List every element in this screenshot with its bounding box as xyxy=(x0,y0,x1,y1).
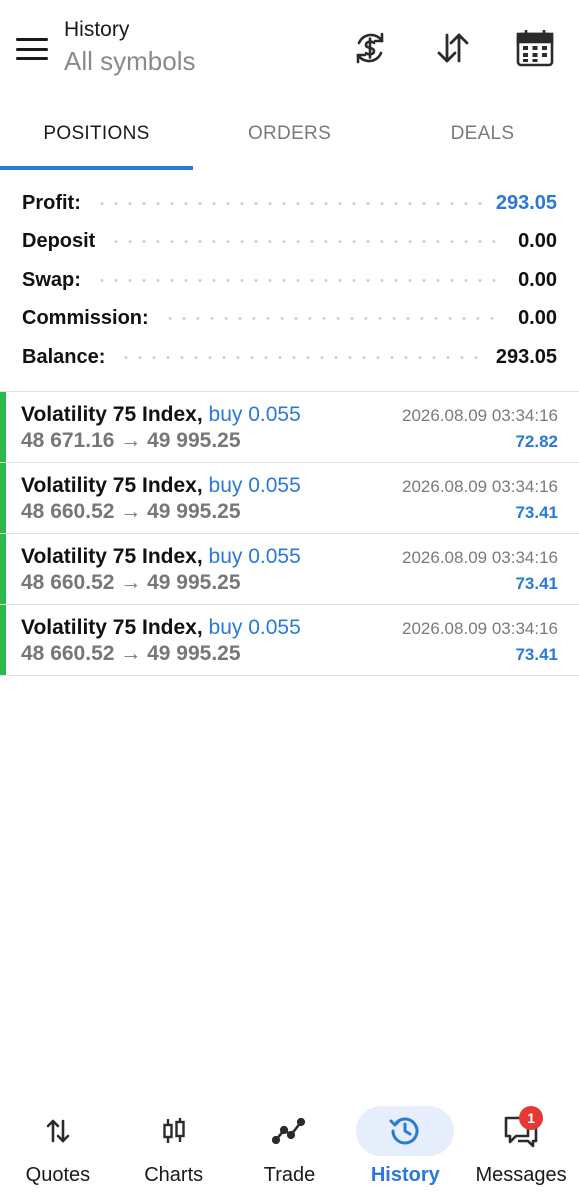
position-time: 2026.08.09 03:34:16 xyxy=(402,477,558,496)
summary-row-balance: Balance: 293.05 xyxy=(0,338,579,377)
position-prices: 48 660.52 → 49 995.25 xyxy=(21,571,241,594)
position-symbol: Volatility 75 Index, xyxy=(21,474,203,497)
position-side: buy 0.055 xyxy=(208,616,301,639)
position-symbol: Volatility 75 Index, xyxy=(21,545,203,568)
quotes-arrows-icon xyxy=(9,1106,107,1156)
position-row[interactable]: Volatility 75 Index, buy 0.055 48 671.16… xyxy=(0,392,579,463)
history-clock-icon xyxy=(356,1106,455,1156)
calendar-icon[interactable] xyxy=(515,28,555,68)
title-block[interactable]: History All symbols xyxy=(64,18,195,77)
position-title: Volatility 75 Index, buy 0.055 xyxy=(21,474,301,498)
summary-label: Swap: xyxy=(22,268,81,291)
summary-label: Deposit xyxy=(22,230,96,253)
summary-row-profit: Profit: 293.05 xyxy=(0,184,579,223)
unread-badge: 1 xyxy=(519,1106,544,1130)
position-title: Volatility 75 Index, buy 0.055 xyxy=(21,403,301,427)
position-title: Volatility 75 Index, buy 0.055 xyxy=(21,616,301,640)
position-profit: 73.41 xyxy=(515,645,558,664)
nav-charts[interactable]: Charts xyxy=(116,1098,232,1200)
dotted-leader xyxy=(162,317,505,321)
positions-list: Volatility 75 Index, buy 0.055 48 671.16… xyxy=(0,391,579,676)
summary-value: 0.00 xyxy=(518,307,557,330)
position-prices: 48 660.52 → 49 995.25 xyxy=(21,642,241,665)
position-symbol: Volatility 75 Index, xyxy=(21,403,203,426)
nav-label: History xyxy=(370,1164,440,1186)
buy-indicator-bar xyxy=(0,605,6,675)
symbol-filter[interactable]: All symbols xyxy=(64,46,195,77)
nav-label: Trade xyxy=(263,1164,316,1186)
position-side: buy 0.055 xyxy=(208,545,301,568)
buy-indicator-bar xyxy=(0,534,6,604)
nav-label: Quotes xyxy=(25,1164,91,1186)
position-row[interactable]: Volatility 75 Index, buy 0.055 48 660.52… xyxy=(0,605,579,676)
position-side: buy 0.055 xyxy=(208,474,301,497)
summary-value: 0.00 xyxy=(518,268,557,291)
position-prices: 48 671.16 → 49 995.25 xyxy=(21,429,241,452)
history-tabs: POSITIONS ORDERS DEALS xyxy=(0,98,579,170)
summary-label: Commission: xyxy=(22,307,149,330)
nav-label: Messages xyxy=(475,1164,567,1186)
app-header: History All symbols xyxy=(0,0,579,98)
dotted-leader xyxy=(94,201,482,205)
candlestick-icon xyxy=(125,1106,223,1156)
summary-label: Balance: xyxy=(22,345,106,368)
currency-exchange-icon[interactable] xyxy=(350,28,390,68)
tab-orders[interactable]: ORDERS xyxy=(193,98,386,170)
bottom-navigation: Quotes Charts Trade History 1 Messages xyxy=(0,1098,579,1200)
menu-icon[interactable] xyxy=(14,34,50,64)
position-side: buy 0.055 xyxy=(208,403,301,426)
summary-value: 293.05 xyxy=(495,191,557,214)
summary-row-deposit: Deposit 0.00 xyxy=(0,223,579,262)
position-profit: 73.41 xyxy=(515,503,558,522)
position-row[interactable]: Volatility 75 Index, buy 0.055 48 660.52… xyxy=(0,534,579,605)
page-title: History xyxy=(64,18,130,41)
summary-value: 293.05 xyxy=(495,345,557,368)
position-time: 2026.08.09 03:34:16 xyxy=(402,406,558,425)
nav-label: Charts xyxy=(144,1164,204,1186)
position-row[interactable]: Volatility 75 Index, buy 0.055 48 660.52… xyxy=(0,463,579,534)
position-profit: 72.82 xyxy=(515,432,558,451)
account-summary: Profit: 293.05 Deposit 0.00 Swap: 0.00 C… xyxy=(0,184,579,377)
sort-icon[interactable] xyxy=(433,28,473,68)
position-time: 2026.08.09 03:34:16 xyxy=(402,548,558,567)
dotted-leader xyxy=(109,240,505,244)
buy-indicator-bar xyxy=(0,463,6,533)
nav-trade[interactable]: Trade xyxy=(232,1098,348,1200)
tab-positions[interactable]: POSITIONS xyxy=(0,98,193,170)
position-prices: 48 660.52 → 49 995.25 xyxy=(21,500,241,523)
nav-history[interactable]: History xyxy=(347,1098,463,1200)
summary-row-swap: Swap: 0.00 xyxy=(0,261,579,300)
summary-row-commission: Commission: 0.00 xyxy=(0,300,579,339)
position-profit: 73.41 xyxy=(515,574,558,593)
position-title: Volatility 75 Index, buy 0.055 xyxy=(21,545,301,569)
buy-indicator-bar xyxy=(0,392,6,462)
nav-messages[interactable]: 1 Messages xyxy=(463,1098,579,1200)
trade-line-icon xyxy=(240,1106,338,1156)
dotted-leader xyxy=(94,278,505,282)
tab-deals[interactable]: DEALS xyxy=(386,98,579,170)
summary-label: Profit: xyxy=(22,191,81,214)
position-time: 2026.08.09 03:34:16 xyxy=(402,619,558,638)
position-symbol: Volatility 75 Index, xyxy=(21,616,203,639)
nav-quotes[interactable]: Quotes xyxy=(0,1098,116,1200)
dotted-leader xyxy=(119,355,482,359)
summary-value: 0.00 xyxy=(518,230,557,253)
